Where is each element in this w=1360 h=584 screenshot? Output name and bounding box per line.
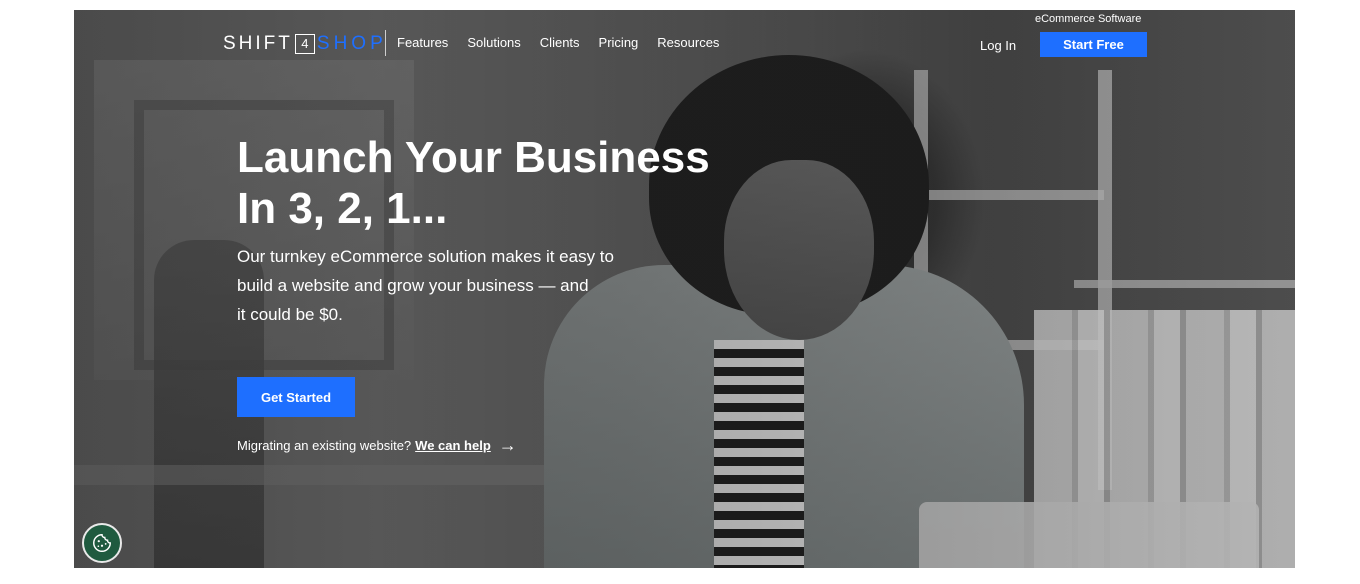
get-started-button[interactable]: Get Started (237, 377, 355, 417)
migrate-line: Migrating an existing website? We can he… (237, 436, 517, 454)
hero-headline: Launch Your Business In 3, 2, 1... (237, 132, 737, 234)
nav-item-features[interactable]: Features (397, 35, 448, 50)
logo-shift: SHIFT (223, 33, 293, 54)
hero-subtext-line1: Our turnkey eCommerce solution makes it … (237, 247, 614, 266)
hero-headline-line2: In 3, 2, 1... (237, 184, 448, 233)
cookie-icon[interactable] (82, 523, 122, 563)
cookie-icon-glyph (93, 534, 111, 552)
logo-divider (385, 30, 386, 56)
migrate-text: Migrating an existing website? (237, 438, 412, 453)
login-link[interactable]: Log In (980, 38, 1016, 53)
nav-item-clients[interactable]: Clients (540, 35, 580, 50)
hero-banner: SHIFT 4 SHOP Features Solutions Clients … (74, 10, 1295, 568)
header-tagline: eCommerce Software (1035, 13, 1142, 25)
nav-item-pricing[interactable]: Pricing (599, 35, 639, 50)
nav-item-solutions[interactable]: Solutions (467, 35, 520, 50)
we-can-help-link[interactable]: We can help (415, 438, 491, 453)
hero-subtext-line3: it could be $0. (237, 305, 343, 324)
arrow-right-icon[interactable]: → (499, 436, 517, 454)
nav-item-resources[interactable]: Resources (657, 35, 719, 50)
start-free-button[interactable]: Start Free (1040, 32, 1147, 57)
hero-headline-line1: Launch Your Business (237, 133, 710, 182)
logo[interactable]: SHIFT 4 SHOP (223, 32, 387, 56)
logo-shop: SHOP (316, 33, 387, 54)
hero-subtext-line2: build a website and grow your business —… (237, 276, 589, 295)
main-nav: Features Solutions Clients Pricing Resou… (397, 35, 719, 50)
logo-four: 4 (294, 34, 315, 54)
hero-subtext: Our turnkey eCommerce solution makes it … (237, 242, 647, 329)
